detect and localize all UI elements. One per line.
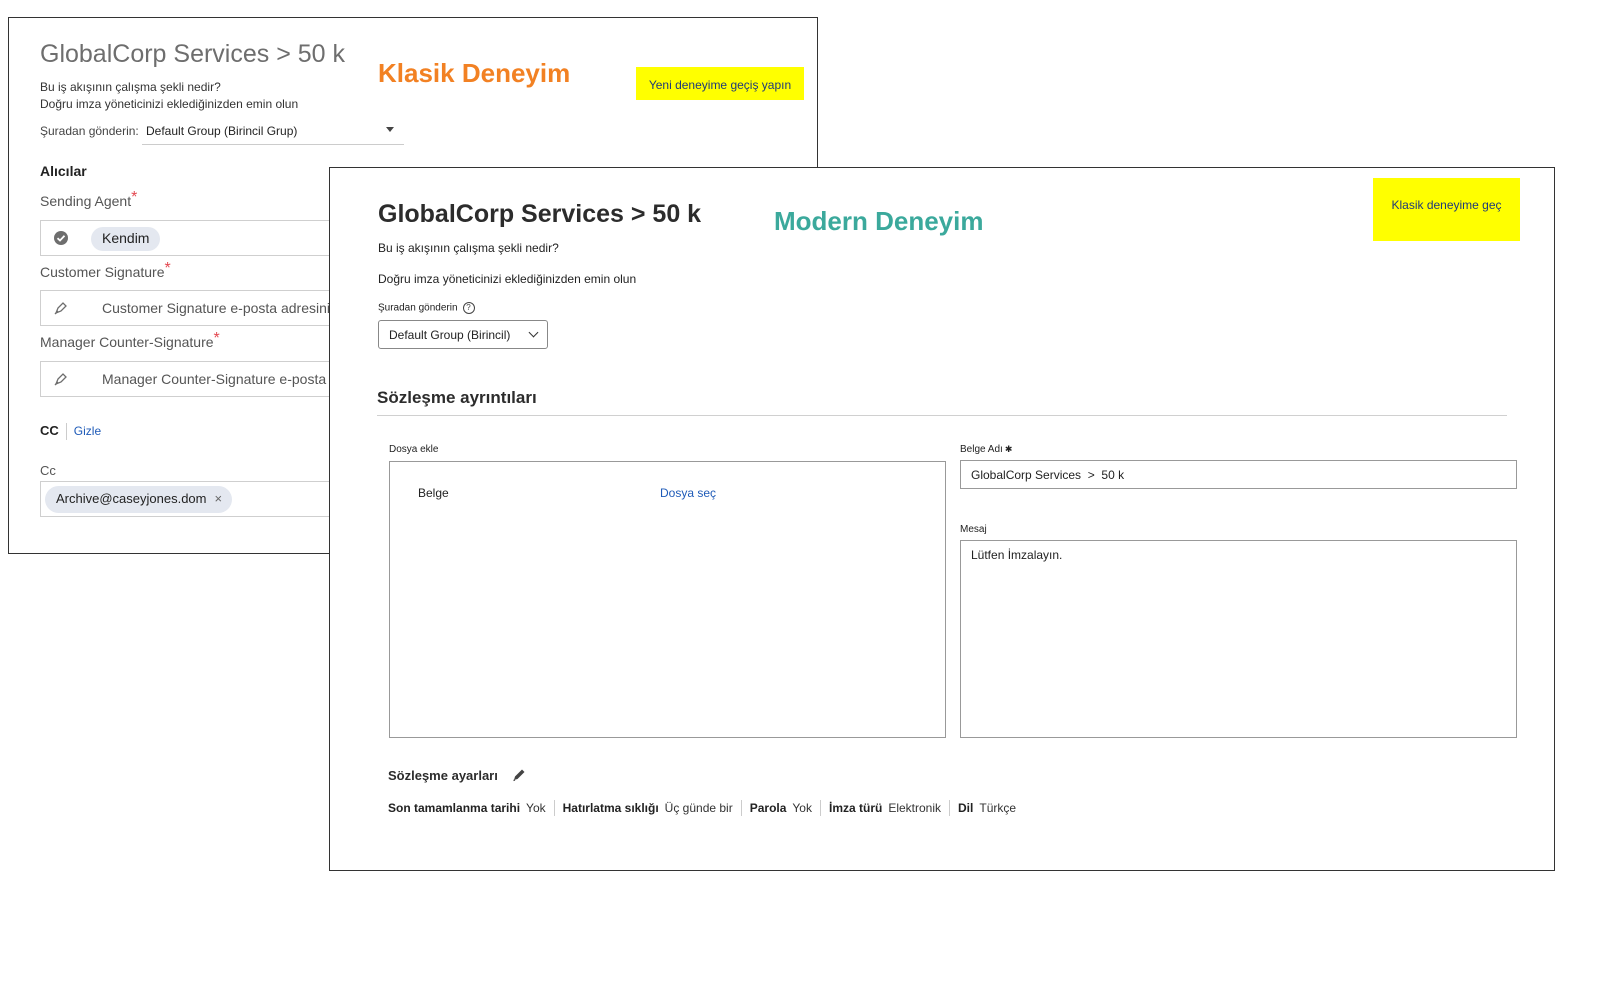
classic-send-from-value: Default Group (Birincil Grup) <box>146 124 298 138</box>
classic-send-from-select[interactable]: Default Group (Birincil Grup) <box>142 119 404 145</box>
classic-subtitle-line2: Doğru imza yöneticinizi eklediğinizden e… <box>40 97 299 111</box>
check-circle-icon <box>54 231 68 245</box>
sending-agent-label: Sending Agent* <box>40 189 137 211</box>
manager-counter-signature-placeholder: Manager Counter-Signature e-posta ad <box>102 371 340 387</box>
agreement-settings-row: Son tamamlanma tarihi Yok Hatırlatma sıkl… <box>388 800 1016 816</box>
cc-heading: CC <box>40 423 59 438</box>
setting-key-signature-type: İmza türü <box>828 801 883 815</box>
sending-agent-label-text: Sending Agent <box>40 193 132 209</box>
manager-counter-signature-field[interactable]: Manager Counter-Signature e-posta ad <box>40 361 340 397</box>
switch-to-classic-experience-button[interactable]: Klasik deneyime geç <box>1373 178 1520 241</box>
modern-subtitle-line1: Bu iş akışının çalışma şekli nedir? <box>378 241 559 255</box>
manager-counter-signature-label-text: Manager Counter-Signature <box>40 334 214 350</box>
agreement-details-heading: Sözleşme ayrıntıları <box>377 388 537 407</box>
setting-key-reminder: Hatırlatma sıklığı <box>562 801 659 815</box>
cc-label: Cc <box>40 463 56 478</box>
switch-to-new-experience-button[interactable]: Yeni deneyime geçiş yapın <box>636 67 804 100</box>
cc-row: CC Gizle <box>40 423 101 441</box>
required-marker: * <box>213 330 220 347</box>
choose-file-link[interactable]: Dosya seç <box>660 486 716 500</box>
file-document-label: Belge <box>418 486 449 500</box>
setting-value-signature-type: Elektronik <box>888 801 942 815</box>
cc-field[interactable]: Archive@caseyjones.dom × <box>40 481 370 517</box>
settings-divider <box>949 800 951 816</box>
manager-counter-signature-label: Manager Counter-Signature* <box>40 330 220 352</box>
chevron-down-icon <box>528 327 539 338</box>
remove-cc-icon[interactable]: × <box>214 491 222 506</box>
settings-divider <box>740 800 742 816</box>
modern-page-title: GlobalCorp Services > 50 k <box>378 200 702 228</box>
section-divider <box>377 415 1507 416</box>
document-name-label-text: Belge Adı <box>960 444 1003 455</box>
add-file-label: Dosya ekle <box>389 444 439 455</box>
customer-signature-label: Customer Signature* <box>40 260 171 282</box>
required-marker: ✱ <box>1004 444 1013 454</box>
cc-divider <box>65 423 67 441</box>
classic-page-title: GlobalCorp Services > 50 k <box>40 40 346 68</box>
file-drop-zone[interactable]: Belge Dosya seç <box>389 461 946 738</box>
cc-email-value: Archive@caseyjones.dom <box>56 491 207 506</box>
document-name-input[interactable] <box>960 460 1517 489</box>
setting-value-password: Yok <box>792 801 812 815</box>
setting-key-deadline: Son tamamlanma tarihi <box>388 801 521 815</box>
sending-agent-chip[interactable]: Kendim <box>91 227 161 251</box>
setting-key-language: Dil <box>958 801 974 815</box>
pen-icon <box>54 373 67 386</box>
classic-subtitle-line1: Bu iş akışının çalışma şekli nedir? <box>40 80 221 94</box>
pencil-edit-icon[interactable] <box>511 767 527 783</box>
settings-divider <box>553 800 555 816</box>
setting-value-reminder: Üç günde bir <box>664 801 733 815</box>
message-textarea[interactable]: Lütfen İmzalayın. <box>960 540 1517 738</box>
recipients-heading: Alıcılar <box>40 163 87 179</box>
modern-send-from-label: Şuradan gönderin? <box>378 302 475 314</box>
setting-key-password: Parola <box>749 801 787 815</box>
settings-divider <box>819 800 821 816</box>
caret-down-icon <box>386 127 394 132</box>
modern-send-from-label-text: Şuradan gönderin <box>378 302 458 314</box>
modern-send-from-select[interactable]: Default Group (Birincil) <box>378 320 548 349</box>
document-name-label: Belge Adı ✱ <box>960 444 1012 455</box>
modern-experience-badge: Modern Deneyim <box>774 206 984 236</box>
message-label: Mesaj <box>960 524 987 535</box>
help-icon[interactable]: ? <box>462 302 475 314</box>
modern-send-from-value: Default Group (Birincil) <box>389 327 511 342</box>
cc-email-chip: Archive@caseyjones.dom × <box>45 486 233 513</box>
modern-experience-panel: GlobalCorp Services > 50 k Modern Deneyi… <box>329 167 1555 871</box>
customer-signature-field[interactable]: Customer Signature e-posta adresini gi <box>40 290 340 326</box>
agreement-settings-heading: Sözleşme ayarları <box>388 768 498 783</box>
classic-send-from-label: Şuradan gönderin: <box>40 124 139 138</box>
required-marker: * <box>131 189 138 206</box>
customer-signature-placeholder: Customer Signature e-posta adresini gi <box>102 300 340 316</box>
setting-value-language: Türkçe <box>979 801 1017 815</box>
cc-hide-link[interactable]: Gizle <box>74 424 101 438</box>
customer-signature-label-text: Customer Signature <box>40 264 165 280</box>
required-marker: * <box>164 260 171 277</box>
setting-value-deadline: Yok <box>526 801 546 815</box>
sending-agent-field[interactable]: Kendim <box>40 220 340 256</box>
modern-subtitle-line2: Doğru imza yöneticinizi eklediğinizden e… <box>378 272 637 286</box>
pen-icon <box>54 302 67 315</box>
classic-experience-badge: Klasik Deneyim <box>378 58 571 88</box>
